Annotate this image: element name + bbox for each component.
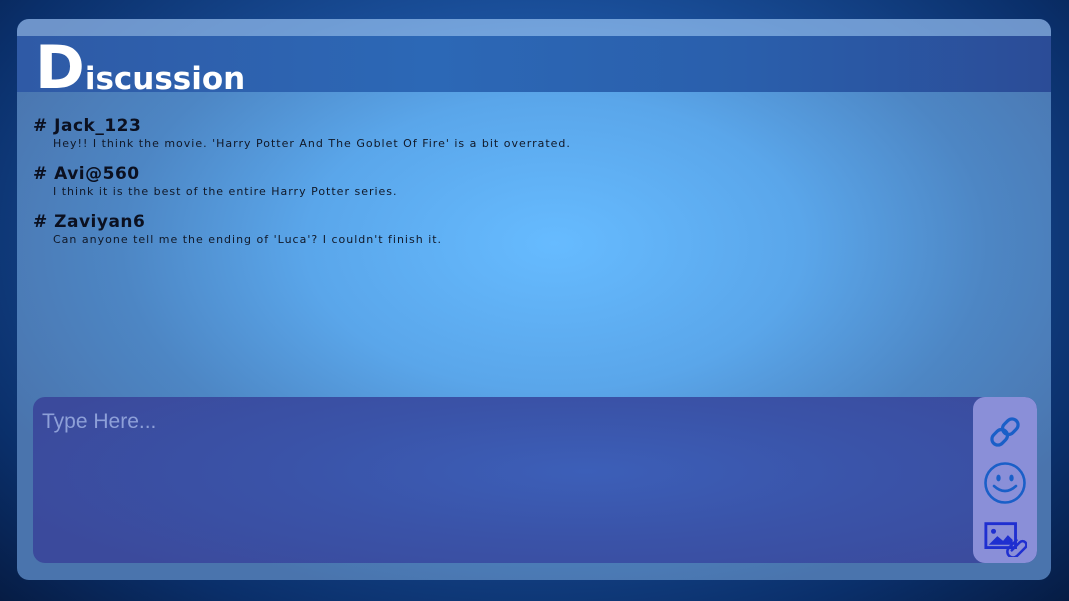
attach-image-button[interactable] <box>983 516 1027 560</box>
title-rest: iscussion <box>84 60 246 97</box>
message-item: # Avi@560 I think it is the best of the … <box>33 163 1023 201</box>
title-initial: D <box>35 33 85 104</box>
message-text: Can anyone tell me the ending of 'Luca'?… <box>53 233 443 246</box>
composer-toolbar <box>973 397 1037 563</box>
message-input[interactable] <box>33 397 963 563</box>
message-text: Hey!! I think the movie. 'Harry Potter A… <box>53 137 571 150</box>
message-list: # Jack_123 Hey!! I think the movie. 'Har… <box>33 115 1023 259</box>
message-username: # Avi@560 <box>33 164 140 184</box>
message-composer <box>33 397 1037 563</box>
header-bar: Discussion <box>17 33 1051 104</box>
panel-top-strip <box>17 19 1051 36</box>
smiley-icon <box>984 462 1026 504</box>
page-title: Discussion <box>35 33 246 104</box>
attach-link-button[interactable] <box>983 410 1027 454</box>
emoji-button[interactable] <box>983 461 1027 505</box>
message-username: # Jack_123 <box>33 116 142 136</box>
message-item: # Jack_123 Hey!! I think the movie. 'Har… <box>33 115 1023 153</box>
image-attach-icon <box>984 522 1027 557</box>
message-text: I think it is the best of the entire Har… <box>53 185 398 198</box>
discussion-panel: Discussion # Jack_123 Hey!! I think the … <box>17 19 1051 580</box>
message-username: # Zaviyan6 <box>33 212 146 232</box>
message-item: # Zaviyan6 Can anyone tell me the ending… <box>33 211 1023 249</box>
link-icon <box>990 417 1020 447</box>
